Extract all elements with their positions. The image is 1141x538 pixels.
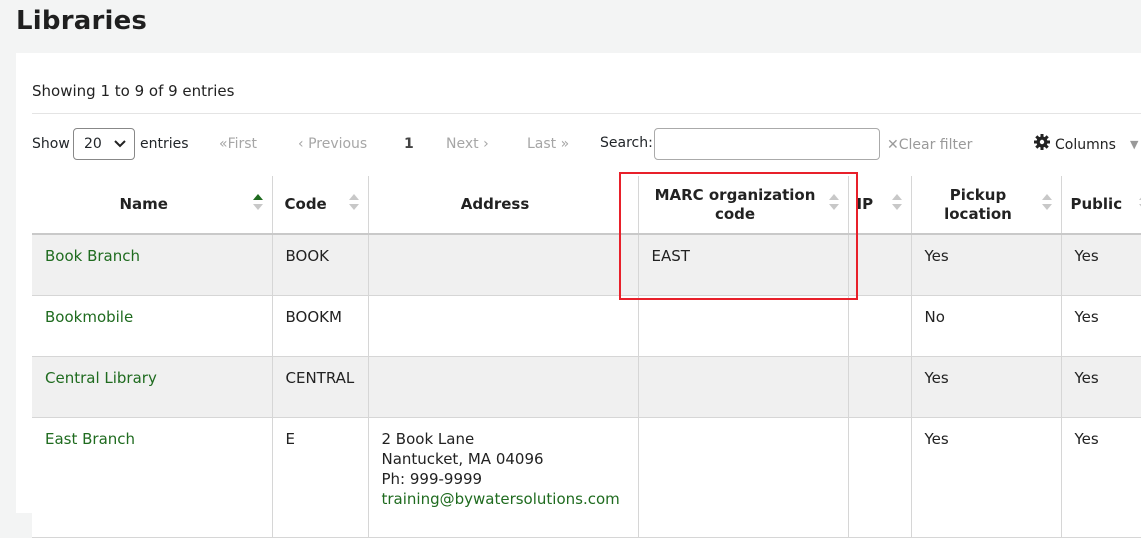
- clear-x-icon: ✕: [887, 137, 899, 153]
- sort-arrows-icon: [1041, 194, 1052, 214]
- library-name-link[interactable]: Book Branch: [45, 247, 140, 265]
- page-1-button[interactable]: 1: [404, 126, 414, 164]
- cell-public: Yes: [1061, 234, 1141, 296]
- column-header-address: Address: [368, 176, 639, 235]
- cell-code: BOOK: [272, 234, 369, 296]
- sort-arrows-icon: [348, 194, 359, 214]
- search-label: Search:: [600, 135, 653, 151]
- divider: [32, 113, 1141, 114]
- cell-pickup-location: No: [911, 295, 1062, 357]
- library-name-link[interactable]: East Branch: [45, 430, 135, 448]
- address-line: Nantucket, MA 04096: [381, 449, 544, 468]
- libraries-table: Name Code Address MARC organization code…: [32, 176, 1141, 538]
- table-row: Bookmobile BOOKM No Yes: [32, 295, 1141, 357]
- previous-chevron-icon: ‹: [298, 136, 304, 152]
- column-header-code[interactable]: Code: [272, 176, 369, 235]
- sort-arrows-icon: [891, 194, 902, 214]
- cell-code: CENTRAL: [272, 356, 369, 418]
- sort-arrows-icon: [828, 194, 839, 214]
- address-line: Ph: 999-9999: [381, 469, 483, 488]
- column-header-marc-organization-code[interactable]: MARC organization code: [638, 176, 849, 235]
- library-name-link[interactable]: Bookmobile: [45, 308, 133, 326]
- next-page-button[interactable]: Next ›: [446, 126, 489, 164]
- table-info: Showing 1 to 9 of 9 entries: [32, 82, 235, 100]
- cell-address: 2 Book Lane Nantucket, MA 04096 Ph: 999-…: [368, 417, 639, 538]
- cell-address: [368, 356, 639, 418]
- entries-per-page-select[interactable]: 20: [73, 128, 135, 160]
- entries-per-page-value: 20: [84, 136, 102, 152]
- column-header-label: Name: [119, 195, 168, 213]
- column-header-label: Code: [284, 195, 327, 213]
- entries-label: entries: [140, 136, 189, 152]
- column-header-ip[interactable]: IP: [848, 176, 912, 235]
- table-header-row: Name Code Address MARC organization code…: [32, 176, 1141, 235]
- cell-code: BOOKM: [272, 295, 369, 357]
- first-double-chevron-icon: «: [219, 136, 228, 152]
- cell-address: [368, 295, 639, 357]
- page-title: Libraries: [16, 6, 148, 36]
- cell-ip: [848, 234, 912, 296]
- next-chevron-icon: ›: [483, 136, 489, 152]
- column-header-label: Pickup location: [944, 185, 1012, 223]
- cell-ip: [848, 417, 912, 538]
- last-page-label: Last: [527, 136, 557, 152]
- cell-marc-code: [638, 356, 849, 418]
- column-header-label: MARC organization code: [654, 185, 816, 223]
- cell-public: Yes: [1061, 356, 1141, 418]
- cell-public: Yes: [1061, 417, 1141, 538]
- cell-pickup-location: Yes: [911, 417, 1062, 538]
- last-double-chevron-icon: »: [560, 136, 570, 152]
- cell-public: Yes: [1061, 295, 1141, 357]
- column-header-public[interactable]: Public: [1061, 176, 1141, 235]
- chevron-down-icon: [114, 129, 126, 170]
- search-input[interactable]: [654, 128, 880, 160]
- column-header-name[interactable]: Name: [32, 176, 273, 235]
- table-row: East Branch E 2 Book Lane Nantucket, MA …: [32, 417, 1141, 538]
- cell-ip: [848, 295, 912, 357]
- cell-ip: [848, 356, 912, 418]
- library-name-link[interactable]: Central Library: [45, 369, 157, 387]
- gear-icon: [1033, 129, 1051, 165]
- cell-pickup-location: Yes: [911, 234, 1062, 296]
- column-header-pickup-location[interactable]: Pickup location: [911, 176, 1062, 235]
- cell-name: Book Branch: [32, 234, 273, 296]
- cell-marc-code: EAST: [638, 234, 849, 296]
- show-label: Show: [32, 136, 70, 152]
- previous-page-button[interactable]: ‹ Previous: [298, 126, 367, 164]
- columns-label: Columns: [1055, 137, 1116, 153]
- first-page-button[interactable]: «First: [219, 126, 257, 164]
- cell-address: [368, 234, 639, 296]
- cell-pickup-location: Yes: [911, 356, 1062, 418]
- table-row: Book Branch BOOK EAST Yes Yes: [32, 234, 1141, 296]
- next-page-label: Next: [446, 136, 479, 152]
- previous-page-label: Previous: [308, 136, 368, 152]
- clear-filter-button[interactable]: ✕Clear filter: [887, 127, 972, 165]
- sort-ascending-icon: [252, 194, 263, 214]
- table-toolbar: Show 20 entries «First ‹ Previous 1 Next…: [0, 126, 1141, 164]
- clear-filter-label: Clear filter: [898, 137, 973, 153]
- columns-button[interactable]: Columns: [1033, 127, 1116, 165]
- cell-code: E: [272, 417, 369, 538]
- table-row: Central Library CENTRAL Yes Yes: [32, 356, 1141, 418]
- column-header-label: IP: [856, 195, 874, 213]
- cell-marc-code: [638, 295, 849, 357]
- cell-marc-code: [638, 417, 849, 538]
- address-line: 2 Book Lane: [381, 429, 475, 448]
- last-page-button[interactable]: Last »: [527, 126, 569, 164]
- columns-dropdown-icon[interactable]: ▼: [1130, 127, 1138, 165]
- cell-name: Bookmobile: [32, 295, 273, 357]
- column-header-label: Public: [1070, 195, 1123, 213]
- email-link[interactable]: training@bywatersolutions.com: [382, 489, 625, 509]
- cell-name: East Branch: [32, 417, 273, 538]
- column-header-label: Address: [460, 195, 530, 213]
- cell-name: Central Library: [32, 356, 273, 418]
- first-page-label: First: [227, 136, 258, 152]
